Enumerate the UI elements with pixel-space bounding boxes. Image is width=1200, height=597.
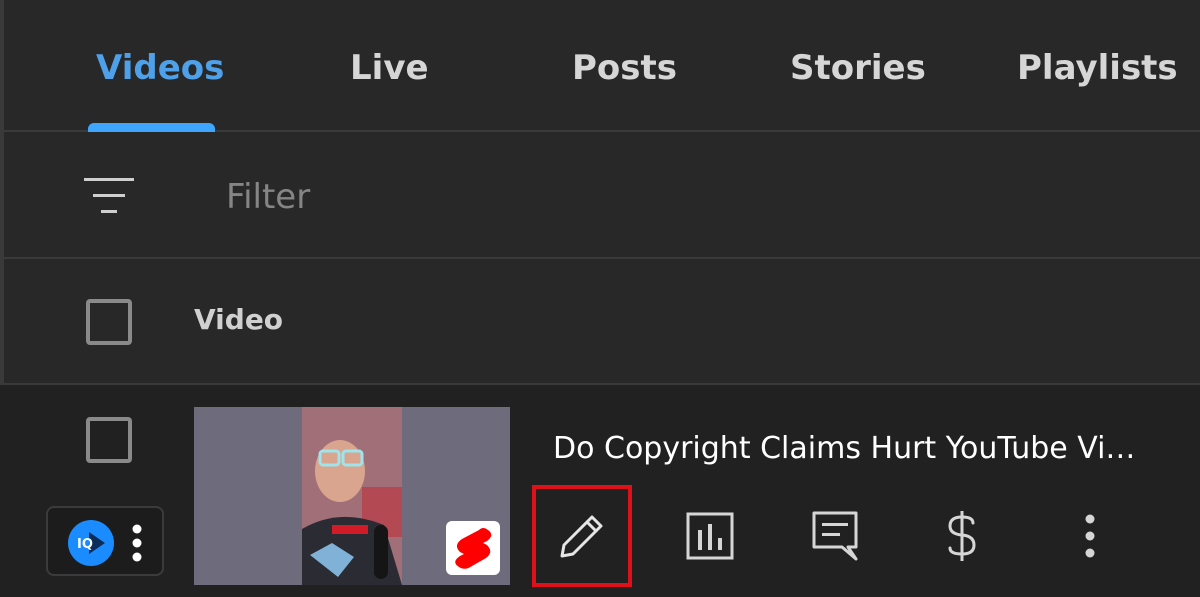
monetization-button[interactable] <box>912 485 1012 587</box>
comment-icon <box>812 511 858 561</box>
shorts-icon <box>455 528 492 569</box>
iq-logo-icon: IQ <box>68 520 114 566</box>
video-thumbnail[interactable] <box>194 407 510 585</box>
pencil-icon <box>560 515 603 558</box>
analytics-button[interactable] <box>660 485 760 587</box>
thumbnail-person-image <box>302 407 402 585</box>
video-title[interactable]: Do Copyright Claims Hurt YouTube Vi… <box>553 431 1135 466</box>
tab-stories[interactable]: Stories <box>790 48 926 88</box>
bar-chart-icon <box>686 512 734 560</box>
tab-posts[interactable]: Posts <box>572 48 677 88</box>
comments-button[interactable] <box>786 485 886 587</box>
iq-logo-text: IQ <box>77 537 93 552</box>
filter-lines-icon[interactable] <box>84 176 136 216</box>
thumbnail-frame <box>302 407 402 585</box>
filter-input[interactable] <box>226 172 826 222</box>
extension-badge[interactable]: IQ <box>46 506 164 576</box>
tab-live[interactable]: Live <box>350 48 429 88</box>
table-row: Do Copyright Claims Hurt YouTube Vi… <box>0 385 1200 597</box>
dollar-icon <box>948 511 976 561</box>
filter-bar <box>0 132 1200 259</box>
row-checkbox[interactable] <box>86 417 132 463</box>
edit-button[interactable] <box>532 485 632 587</box>
column-header-video: Video <box>194 303 284 336</box>
shorts-badge <box>446 521 500 575</box>
active-tab-indicator <box>88 123 215 132</box>
select-all-checkbox[interactable] <box>86 299 132 345</box>
more-vert-icon <box>1085 514 1095 558</box>
table-header-row: Video <box>0 259 1200 385</box>
more-vert-icon[interactable] <box>132 524 142 562</box>
more-options-button[interactable] <box>1040 485 1140 587</box>
tab-videos[interactable]: Videos <box>96 48 224 88</box>
tab-playlists[interactable]: Playlists <box>1017 48 1178 88</box>
channel-tabs: Videos Live Posts Stories Playlists <box>0 0 1200 132</box>
